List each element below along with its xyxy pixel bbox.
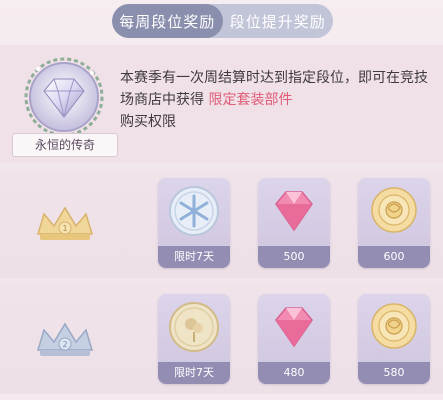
tier-row-2: 2 限时7天 480 580 [0, 286, 443, 394]
description-tail: 购买权限 [120, 114, 176, 130]
tier-row-1: 1 限时7天 500 600 [0, 170, 443, 278]
reward-info-panel: 永恒的传奇 本赛季有一次周结算时达到指定段位，即可在竞技场商店中获得 限定套装部… [0, 45, 443, 163]
limited-suit-part-highlight: 限定套装部件 [208, 92, 293, 108]
gold-rose-icon [371, 187, 417, 233]
reward-item-coin[interactable]: 限时7天 [158, 294, 230, 384]
reward-item-diamond[interactable]: 480 [258, 294, 330, 384]
snowflake-coin-icon [169, 186, 219, 236]
reward-label: 580 [358, 362, 430, 384]
gold-crown-icon: 1 [36, 206, 94, 240]
reward-label: 600 [358, 246, 430, 268]
reward-label: 限时7天 [158, 246, 230, 268]
tier-number: 2 [62, 340, 67, 349]
gold-rose-icon [371, 303, 417, 349]
badge-name-label: 永恒的传奇 [12, 133, 118, 157]
silver-crown-icon: 2 [36, 322, 94, 356]
reward-item-rose[interactable]: 580 [358, 294, 430, 384]
pink-diamond-icon [275, 191, 313, 232]
pink-diamond-icon [275, 307, 313, 348]
reward-item-diamond[interactable]: 500 [258, 178, 330, 268]
flower-coin-icon [169, 302, 219, 352]
reward-tab-bar: 每周段位奖励 段位提升奖励 [112, 4, 333, 38]
tab-rank-up-reward[interactable]: 段位提升奖励 [223, 4, 334, 38]
reward-label: 480 [258, 362, 330, 384]
diamond-wreath-badge-icon [24, 57, 104, 135]
tier-number: 1 [62, 224, 67, 233]
reward-description: 本赛季有一次周结算时达到指定段位，即可在竞技场商店中获得 限定套装部件 购买权限 [120, 67, 436, 133]
tab-weekly-rank-reward[interactable]: 每周段位奖励 [112, 4, 223, 38]
reward-label: 500 [258, 246, 330, 268]
reward-item-rose[interactable]: 600 [358, 178, 430, 268]
reward-item-coin[interactable]: 限时7天 [158, 178, 230, 268]
reward-label: 限时7天 [158, 362, 230, 384]
